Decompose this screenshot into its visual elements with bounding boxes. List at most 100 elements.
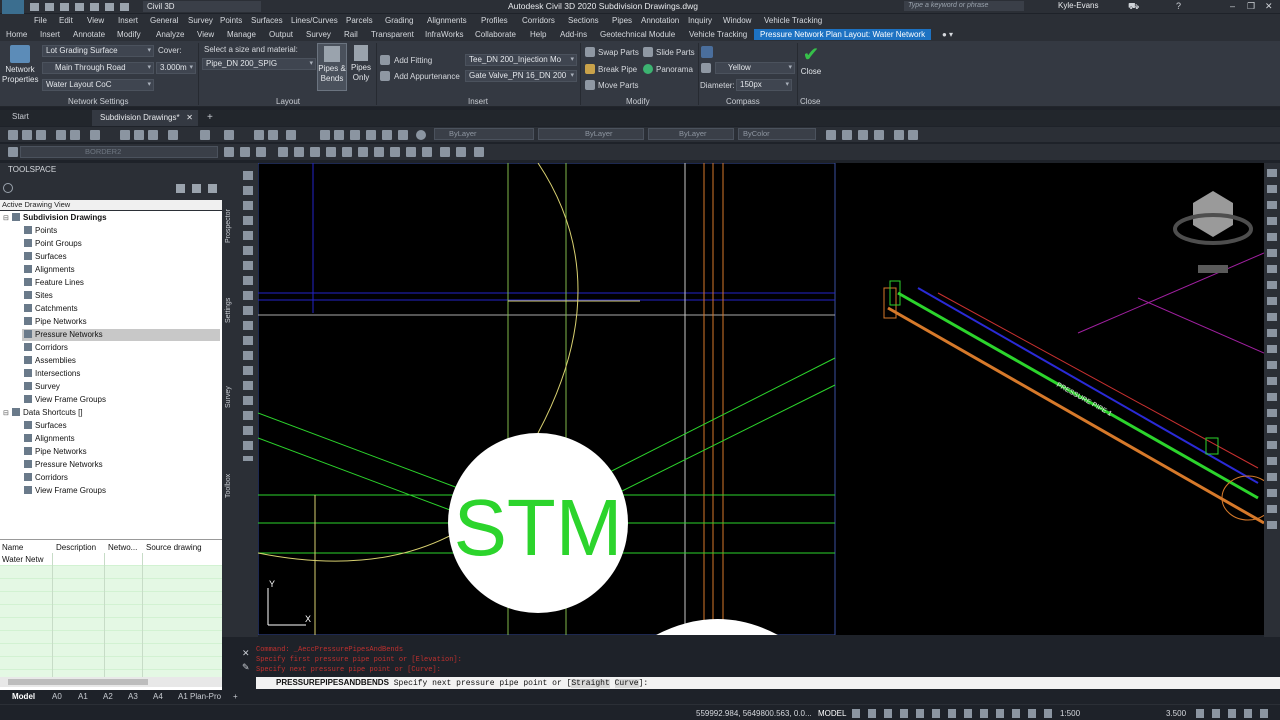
design-center-icon[interactable] — [334, 130, 344, 140]
panel-layout[interactable]: Layout — [276, 97, 300, 106]
side-tab-settings[interactable]: Settings — [225, 298, 232, 323]
layer-select[interactable]: Water Layout CoC — [42, 79, 154, 91]
tool-palettes-icon[interactable] — [350, 130, 360, 140]
surface-select[interactable]: Lot Grading Surface — [42, 45, 154, 57]
tab-geotechnical[interactable]: Geotechnical Module — [600, 30, 675, 39]
redo-icon[interactable] — [224, 130, 234, 140]
col-source[interactable]: Source drawing — [146, 543, 202, 552]
draw-circle-icon[interactable] — [326, 147, 336, 157]
annotation-scale[interactable]: 1:500 — [1060, 709, 1080, 718]
menu-view[interactable]: View — [87, 16, 104, 25]
compass-toggle-icon[interactable] — [701, 46, 713, 58]
tab-infraworks[interactable]: InfraWorks — [425, 30, 464, 39]
tree-shortcut-view-frame-groups[interactable]: View Frame Groups — [24, 486, 106, 495]
layer-iso-icon[interactable] — [240, 147, 250, 157]
tree-shortcut-pipe-networks[interactable]: Pipe Networks — [24, 447, 87, 456]
mirror-icon[interactable] — [390, 147, 400, 157]
menu-corridors[interactable]: Corridors — [522, 16, 555, 25]
tab-manage[interactable]: Manage — [227, 30, 256, 39]
paste-icon[interactable] — [148, 130, 158, 140]
pipes-only-button[interactable]: Pipes Only — [348, 43, 374, 83]
network-properties-button[interactable]: Network Properties — [2, 43, 38, 85]
tree-item-catchments[interactable]: Catchments — [24, 304, 78, 313]
tab-survey[interactable]: Survey — [306, 30, 331, 39]
draw-pline-icon[interactable] — [294, 147, 304, 157]
viewport-icon[interactable] — [894, 130, 904, 140]
close-cmd-icon[interactable]: ✕ — [242, 648, 250, 659]
menu-lines-curves[interactable]: Lines/Curves — [291, 16, 338, 25]
tab-insert[interactable]: Insert — [40, 30, 60, 39]
tab-rail[interactable]: Rail — [344, 30, 358, 39]
tab-subdivision-drawings[interactable]: Subdivision Drawings* ✕ — [92, 110, 198, 126]
saveas-icon[interactable] — [75, 2, 84, 11]
tree-item-survey[interactable]: Survey — [24, 382, 60, 391]
layer-previous-icon[interactable] — [224, 147, 234, 157]
expand-icon[interactable] — [176, 184, 185, 193]
print-icon[interactable] — [56, 130, 66, 140]
tab-a3[interactable]: A3 — [128, 692, 138, 701]
add-layout-icon[interactable]: + — [233, 692, 238, 701]
layer-walk-icon[interactable] — [256, 147, 266, 157]
customize-cmd-icon[interactable]: ✎ — [242, 662, 250, 673]
menu-survey[interactable]: Survey — [188, 16, 213, 25]
tree-item-sites[interactable]: Sites — [24, 291, 53, 300]
calculator-icon[interactable] — [398, 130, 408, 140]
match-properties-icon[interactable] — [168, 130, 178, 140]
break-pipe-button[interactable]: Break Pipe — [598, 65, 637, 74]
tree-item-corridors[interactable]: Corridors — [24, 343, 68, 352]
close-layout-button[interactable]: ✔ Close — [798, 43, 824, 77]
tab-start[interactable]: Start — [12, 112, 29, 121]
cursor-coordinates[interactable]: 559992.984, 5649800.563, 0.0... — [696, 709, 812, 718]
cascade-icon[interactable] — [826, 130, 836, 140]
redo-icon[interactable] — [120, 2, 129, 11]
layer-state-combo[interactable]: BORDER2 — [20, 146, 218, 158]
help-icon[interactable] — [416, 130, 426, 140]
cut-icon[interactable] — [120, 130, 130, 140]
pencil-icon[interactable] — [474, 147, 484, 157]
table-row[interactable]: Water Netw — [0, 553, 222, 565]
zoom-window-icon[interactable] — [286, 130, 296, 140]
tab-model[interactable]: Model — [12, 692, 35, 701]
menu-general[interactable]: General — [150, 16, 178, 25]
new-tab-icon[interactable]: + — [207, 112, 213, 123]
menu-inquiry[interactable]: Inquiry — [688, 16, 712, 25]
search-icon[interactable] — [3, 183, 13, 193]
tab-a1-plan-pro[interactable]: A1 Plan-Pro — [178, 692, 221, 701]
menu-insert[interactable]: Insert — [118, 16, 138, 25]
appurtenance-select[interactable]: Gate Valve_PN 16_DN 200 — [465, 70, 577, 82]
col-name[interactable]: Name — [2, 543, 23, 552]
scale-icon[interactable] — [422, 147, 432, 157]
undo-icon[interactable] — [105, 2, 114, 11]
tree-root[interactable]: Subdivision Drawings — [12, 213, 107, 222]
preview-icon[interactable] — [70, 130, 80, 140]
tree-item-feature-lines[interactable]: Feature Lines — [24, 278, 84, 287]
offset-icon[interactable] — [374, 147, 384, 157]
publish-icon[interactable] — [90, 130, 100, 140]
tree-item-pressure-networks[interactable]: Pressure Networks — [24, 330, 103, 339]
new-icon[interactable] — [30, 2, 39, 11]
drawing-svg[interactable]: STM Y X PRESSURE PIPE 1 — [258, 163, 1264, 635]
add-fitting-button[interactable]: Add Fitting — [394, 56, 432, 65]
tree-shortcut-corridors[interactable]: Corridors — [24, 473, 68, 482]
draw-tool-icons[interactable] — [243, 171, 253, 461]
menu-points[interactable]: Points — [220, 16, 242, 25]
close-tab-icon[interactable]: ✕ — [186, 110, 193, 126]
hatch-icon[interactable] — [440, 147, 450, 157]
close-icon[interactable]: ✕ — [1265, 1, 1273, 12]
pipes-bends-button[interactable]: Pipes & Bends — [317, 43, 347, 91]
tab-pressure-network-layout[interactable]: Pressure Network Plan Layout: Water Netw… — [754, 29, 932, 40]
add-appurtenance-button[interactable]: Add Appurtenance — [394, 72, 460, 81]
tab-home[interactable]: Home — [6, 30, 27, 39]
viewport-2-icon[interactable] — [908, 130, 918, 140]
tab-modify[interactable]: Modify — [117, 30, 141, 39]
open-icon[interactable] — [22, 130, 32, 140]
tab-annotate[interactable]: Annotate — [73, 30, 105, 39]
properties-icon[interactable] — [320, 130, 330, 140]
user-account[interactable]: Kyle-Evans — [1058, 1, 1098, 10]
tree-item-pipe-networks[interactable]: Pipe Networks — [24, 317, 87, 326]
collapse-icon[interactable] — [192, 184, 201, 193]
col-description[interactable]: Description — [56, 543, 96, 552]
tree-item-assemblies[interactable]: Assemblies — [24, 356, 76, 365]
model-space-toggle[interactable]: MODEL — [818, 709, 846, 718]
drafting-toggle-icons[interactable] — [852, 709, 1052, 718]
